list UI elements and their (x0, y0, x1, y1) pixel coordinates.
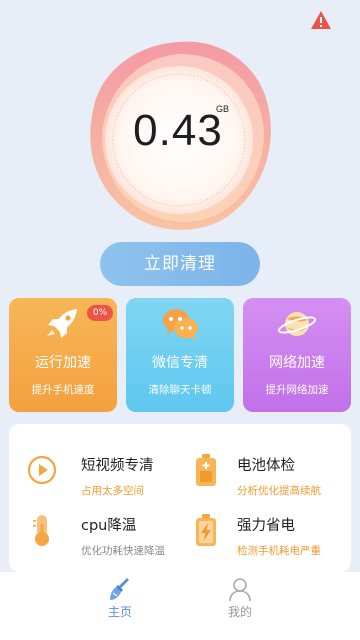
battery-icon (196, 454, 216, 486)
card-network-speedup[interactable]: 网络加速 提升网络加速 (243, 298, 351, 412)
card-title: 网络加速 (269, 355, 325, 371)
feature-power-save[interactable]: 强力省电 检测手机耗电严重 (181, 496, 351, 557)
card-subtitle: 提升网络加速 (265, 384, 329, 396)
storage-unit: GB (216, 104, 230, 114)
battery-charge-icon (196, 514, 216, 546)
card-subtitle: 清除聊天卡顿 (148, 384, 212, 396)
broom-icon (110, 578, 129, 600)
feature-title: cpu降温 (81, 518, 137, 534)
nav-label: 主页 (107, 605, 132, 619)
feature-title: 强力省电 (237, 518, 295, 534)
user-icon (229, 578, 251, 602)
nav-label: 我的 (227, 605, 252, 619)
feature-title: 电池体检 (237, 458, 295, 474)
feature-subtitle: 检测手机耗电严重 (237, 545, 321, 557)
rocket-icon (47, 309, 77, 338)
feature-panel: 短视频专清 占用太多空间 电池体检 分析优化提高续航 cpu降温 优化功耗快速降… (9, 424, 351, 572)
speed-badge: 0% (87, 305, 113, 321)
feature-title: 短视频专清 (81, 458, 154, 474)
thermometer-icon (33, 515, 49, 546)
bottom-nav: 主页 我的 (0, 572, 360, 640)
nav-home[interactable]: 主页 (90, 576, 150, 624)
wechat-icon (163, 309, 198, 340)
feature-subtitle: 优化功耗快速降温 (81, 545, 165, 557)
nav-mine[interactable]: 我的 (210, 576, 270, 624)
planet-icon (277, 312, 317, 336)
card-subtitle: 提升手机速度 (31, 384, 95, 396)
feature-battery-check[interactable]: 电池体检 分析优化提高续航 (181, 436, 351, 497)
card-wechat-clean[interactable]: 微信专清 清除聊天卡顿 (126, 298, 234, 412)
storage-value: 0.43 (133, 106, 223, 155)
feature-short-video[interactable]: 短视频专清 占用太多空间 (9, 436, 179, 497)
storage-gauge[interactable]: 0.43 GB (82, 36, 276, 232)
card-title: 运行加速 (35, 355, 91, 371)
feature-cpu-cool[interactable]: cpu降温 优化功耗快速降温 (9, 496, 179, 557)
warning-icon[interactable] (310, 10, 332, 30)
play-icon (27, 455, 57, 485)
card-title: 微信专清 (152, 355, 208, 371)
clean-now-button[interactable]: 立即清理 (100, 242, 260, 286)
card-run-speedup[interactable]: 0% 运行加速 提升手机速度 (9, 298, 117, 412)
